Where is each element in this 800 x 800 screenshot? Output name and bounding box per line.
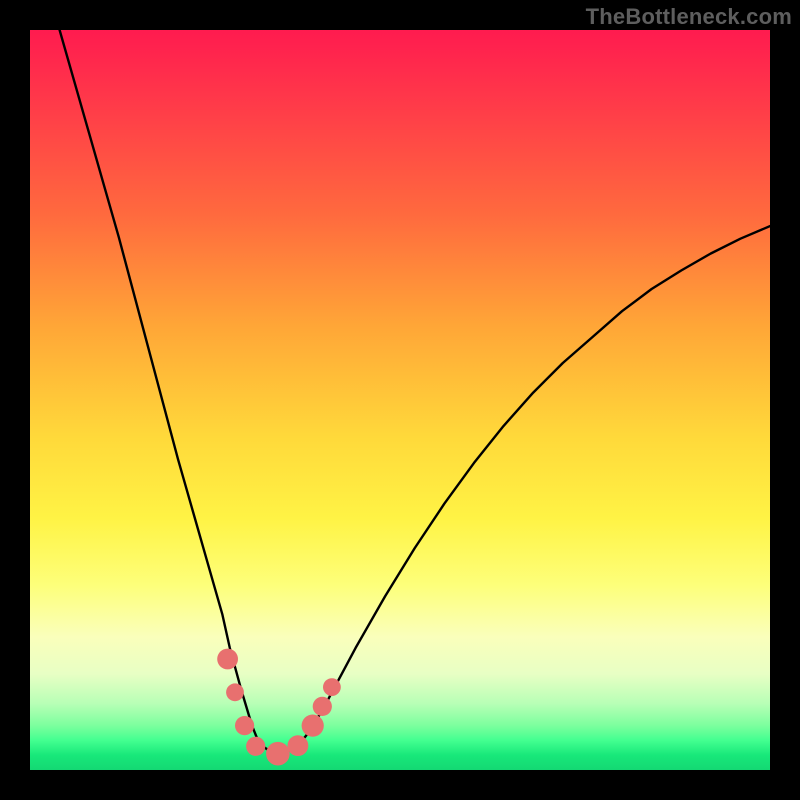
chart-frame: TheBottleneck.com bbox=[0, 0, 800, 800]
watermark-text: TheBottleneck.com bbox=[586, 4, 792, 30]
curve-line bbox=[60, 30, 770, 754]
data-marker bbox=[313, 697, 332, 716]
data-marker bbox=[288, 735, 309, 756]
data-marker bbox=[266, 742, 290, 766]
data-marker bbox=[323, 678, 341, 696]
bottleneck-chart bbox=[30, 30, 770, 770]
data-marker bbox=[235, 716, 254, 735]
data-marker bbox=[246, 737, 265, 756]
data-marker bbox=[217, 649, 238, 670]
data-marker bbox=[226, 683, 244, 701]
plot-area bbox=[30, 30, 770, 770]
data-marker bbox=[302, 715, 324, 737]
